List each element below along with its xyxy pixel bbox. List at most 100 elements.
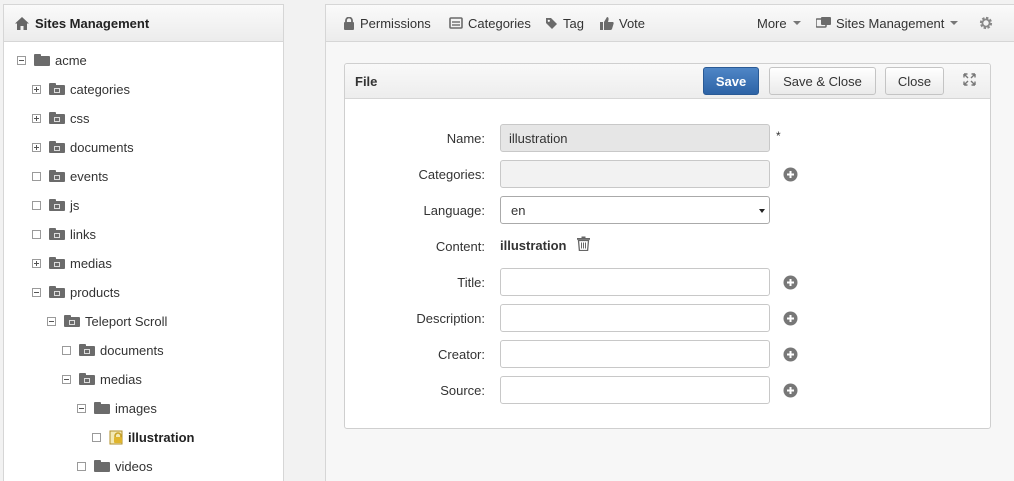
folder-categories-icon <box>49 83 65 95</box>
tree-node-label: events <box>70 168 109 184</box>
creator-field[interactable] <box>500 340 770 368</box>
add-title-icon[interactable] <box>783 275 798 290</box>
collapse-toggle[interactable] <box>17 55 26 65</box>
settings-button[interactable] <box>978 5 999 41</box>
chevron-down-icon <box>792 21 801 25</box>
tree-node-label: acme <box>55 52 87 68</box>
tag-label: Tag <box>563 15 584 31</box>
content-row: Content: illustration <box>345 232 990 260</box>
tree-node-label: documents <box>70 139 134 155</box>
permissions-button[interactable]: Permissions <box>343 5 431 41</box>
folder-js-icon <box>49 199 65 211</box>
sites-management-menu[interactable]: Sites Management <box>816 5 959 41</box>
add-source-icon[interactable] <box>783 383 798 398</box>
tree-node[interactable]: products <box>32 282 120 302</box>
save-button[interactable]: Save <box>703 67 759 95</box>
leaf-toggle <box>92 432 101 442</box>
tree-node[interactable]: documents <box>62 340 164 360</box>
tree-node-label: images <box>115 400 157 416</box>
content-filename[interactable]: illustration <box>500 238 566 253</box>
panel-header: Sites Management <box>4 5 283 42</box>
tree-node[interactable]: css <box>32 108 90 128</box>
source-label: Source: <box>440 383 485 398</box>
tree-node-label: documents <box>100 342 164 358</box>
leaf-toggle <box>77 461 86 471</box>
thumbs-up-icon <box>600 16 614 30</box>
tree-node-label: categories <box>70 81 130 97</box>
tree-node-label: css <box>70 110 90 126</box>
add-categories-icon[interactable] <box>783 167 798 182</box>
content-label: Content: <box>435 239 485 254</box>
language-value: en <box>511 202 526 218</box>
file-form: File Save Save & Close Close Name: * Cat… <box>344 63 991 429</box>
locked-file-icon <box>109 430 123 444</box>
form-header: File Save Save & Close Close <box>345 64 990 99</box>
close-button[interactable]: Close <box>885 67 944 95</box>
more-menu[interactable]: More <box>757 5 801 41</box>
tree-node[interactable]: medias <box>32 253 112 273</box>
tree-node-label: videos <box>115 458 153 474</box>
tree-node-label: js <box>70 197 80 213</box>
description-field[interactable] <box>500 304 770 332</box>
tree-node[interactable]: videos <box>77 456 153 476</box>
collapse-toggle[interactable] <box>77 403 86 413</box>
tree-node[interactable]: illustration <box>92 427 194 447</box>
tree-node[interactable]: acme <box>17 50 87 70</box>
leaf-toggle <box>32 229 41 239</box>
source-field[interactable] <box>500 376 770 404</box>
leaf-toggle <box>32 200 41 210</box>
vote-button[interactable]: Vote <box>600 5 645 41</box>
name-field[interactable] <box>500 124 770 152</box>
add-creator-icon[interactable] <box>783 347 798 362</box>
tree-node[interactable]: categories <box>32 79 130 99</box>
main-area: Permissions Categories Tag Vote More Sit… <box>325 4 1014 481</box>
expand-toggle[interactable] <box>32 142 41 152</box>
creator-label: Creator: <box>438 347 485 362</box>
name-row: Name: * <box>345 124 990 152</box>
tree-node[interactable]: js <box>32 195 79 215</box>
source-row: Source: <box>345 376 990 404</box>
gear-icon <box>979 16 993 30</box>
add-description-icon[interactable] <box>783 311 798 326</box>
title-row: Title: <box>345 268 990 296</box>
collapse-toggle[interactable] <box>32 287 41 297</box>
categories-row: Categories: <box>345 160 990 188</box>
tree-node[interactable]: links <box>32 224 96 244</box>
trash-icon[interactable] <box>576 236 591 251</box>
tree-node[interactable]: Teleport Scroll <box>47 311 167 331</box>
language-select[interactable]: en <box>500 196 770 224</box>
chevron-down-icon <box>950 21 959 25</box>
collapse-toggle[interactable] <box>47 316 56 326</box>
tree-node-label: Teleport Scroll <box>85 313 168 329</box>
expand-toggle[interactable] <box>32 258 41 268</box>
folder-medias-icon <box>79 373 95 385</box>
tree-node[interactable]: medias <box>62 369 142 389</box>
tree-node[interactable]: images <box>77 398 157 418</box>
expand-toggle[interactable] <box>32 84 41 94</box>
expand-icon[interactable] <box>963 73 976 86</box>
categories-field[interactable] <box>500 160 770 188</box>
folder-products-icon <box>49 286 65 298</box>
tree-node[interactable]: documents <box>32 137 134 157</box>
tree-node-label: illustration <box>128 429 195 445</box>
folder-css-icon <box>49 112 65 124</box>
save-close-button[interactable]: Save & Close <box>769 67 876 95</box>
collapse-toggle[interactable] <box>62 374 71 384</box>
folder-documents-icon <box>79 344 95 356</box>
title-field[interactable] <box>500 268 770 296</box>
language-label: Language: <box>423 203 485 218</box>
permissions-label: Permissions <box>360 15 431 31</box>
panel-title: Sites Management <box>35 15 150 31</box>
tree-node-label: products <box>70 284 120 300</box>
tree-node-label: links <box>70 226 97 242</box>
tree-node[interactable]: events <box>32 166 108 186</box>
description-label: Description: <box>416 311 485 326</box>
sites-tree-panel: Sites Management acme categories css docume… <box>3 4 284 481</box>
tag-button[interactable]: Tag <box>545 5 584 41</box>
dropdown-arrow-icon <box>759 209 765 213</box>
expand-toggle[interactable] <box>32 113 41 123</box>
description-row: Description: <box>345 304 990 332</box>
language-row: Language: en <box>345 196 990 224</box>
categories-button[interactable]: Categories <box>449 5 531 41</box>
folder-icon <box>94 402 110 414</box>
